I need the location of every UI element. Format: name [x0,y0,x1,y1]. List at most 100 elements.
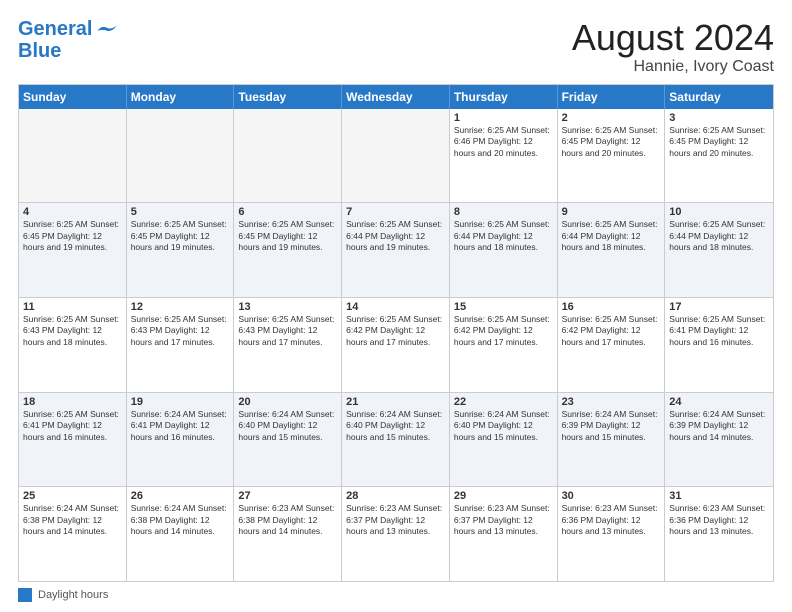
day-number: 31 [669,490,769,502]
day-info: Sunrise: 6:25 AM Sunset: 6:44 PM Dayligh… [346,219,445,253]
header: General Blue August 2024 Hannie, Ivory C… [18,18,774,76]
day-cell [127,109,235,203]
day-cell: 1Sunrise: 6:25 AM Sunset: 6:46 PM Daylig… [450,109,558,203]
day-cell: 16Sunrise: 6:25 AM Sunset: 6:42 PM Dayli… [558,298,666,392]
day-info: Sunrise: 6:25 AM Sunset: 6:42 PM Dayligh… [346,314,445,348]
day-info: Sunrise: 6:23 AM Sunset: 6:36 PM Dayligh… [669,503,769,537]
day-cell: 18Sunrise: 6:25 AM Sunset: 6:41 PM Dayli… [19,393,127,487]
footer-label: Daylight hours [38,589,108,601]
day-number: 27 [238,490,337,502]
day-info: Sunrise: 6:23 AM Sunset: 6:38 PM Dayligh… [238,503,337,537]
day-number: 26 [131,490,230,502]
day-number: 3 [669,112,769,124]
day-number: 20 [238,396,337,408]
day-info: Sunrise: 6:25 AM Sunset: 6:41 PM Dayligh… [669,314,769,348]
title-section: August 2024 Hannie, Ivory Coast [572,18,774,76]
day-info: Sunrise: 6:23 AM Sunset: 6:36 PM Dayligh… [562,503,661,537]
day-cell: 2Sunrise: 6:25 AM Sunset: 6:45 PM Daylig… [558,109,666,203]
day-info: Sunrise: 6:24 AM Sunset: 6:39 PM Dayligh… [562,409,661,443]
day-number: 8 [454,206,553,218]
day-cell: 25Sunrise: 6:24 AM Sunset: 6:38 PM Dayli… [19,487,127,581]
day-info: Sunrise: 6:25 AM Sunset: 6:45 PM Dayligh… [23,219,122,253]
logo-line2: Blue [18,40,61,62]
day-cell: 3Sunrise: 6:25 AM Sunset: 6:45 PM Daylig… [665,109,773,203]
logo-text: General Blue [18,18,92,62]
location: Hannie, Ivory Coast [572,58,774,76]
day-info: Sunrise: 6:25 AM Sunset: 6:44 PM Dayligh… [562,219,661,253]
day-info: Sunrise: 6:24 AM Sunset: 6:38 PM Dayligh… [131,503,230,537]
day-header: Tuesday [234,85,342,109]
day-cell: 15Sunrise: 6:25 AM Sunset: 6:42 PM Dayli… [450,298,558,392]
week-row: 25Sunrise: 6:24 AM Sunset: 6:38 PM Dayli… [19,486,773,581]
day-number: 24 [669,396,769,408]
day-info: Sunrise: 6:23 AM Sunset: 6:37 PM Dayligh… [454,503,553,537]
day-cell: 5Sunrise: 6:25 AM Sunset: 6:45 PM Daylig… [127,203,235,297]
day-info: Sunrise: 6:24 AM Sunset: 6:40 PM Dayligh… [238,409,337,443]
month-title: August 2024 [572,18,774,58]
day-cell: 8Sunrise: 6:25 AM Sunset: 6:44 PM Daylig… [450,203,558,297]
day-info: Sunrise: 6:25 AM Sunset: 6:42 PM Dayligh… [562,314,661,348]
footer: Daylight hours [18,582,774,602]
day-cell: 4Sunrise: 6:25 AM Sunset: 6:45 PM Daylig… [19,203,127,297]
day-info: Sunrise: 6:24 AM Sunset: 6:38 PM Dayligh… [23,503,122,537]
day-number: 6 [238,206,337,218]
week-row: 4Sunrise: 6:25 AM Sunset: 6:45 PM Daylig… [19,202,773,297]
day-info: Sunrise: 6:23 AM Sunset: 6:37 PM Dayligh… [346,503,445,537]
day-info: Sunrise: 6:25 AM Sunset: 6:44 PM Dayligh… [669,219,769,253]
day-cell: 21Sunrise: 6:24 AM Sunset: 6:40 PM Dayli… [342,393,450,487]
day-cell: 28Sunrise: 6:23 AM Sunset: 6:37 PM Dayli… [342,487,450,581]
logo-line1: General [18,18,92,40]
day-number: 12 [131,301,230,313]
day-header: Friday [558,85,666,109]
day-cell: 29Sunrise: 6:23 AM Sunset: 6:37 PM Dayli… [450,487,558,581]
day-header: Sunday [19,85,127,109]
day-number: 29 [454,490,553,502]
calendar-body: 1Sunrise: 6:25 AM Sunset: 6:46 PM Daylig… [19,109,773,581]
day-cell: 12Sunrise: 6:25 AM Sunset: 6:43 PM Dayli… [127,298,235,392]
day-number: 18 [23,396,122,408]
day-number: 5 [131,206,230,218]
day-number: 22 [454,396,553,408]
day-number: 4 [23,206,122,218]
day-number: 19 [131,396,230,408]
day-number: 14 [346,301,445,313]
day-number: 10 [669,206,769,218]
day-number: 9 [562,206,661,218]
day-info: Sunrise: 6:25 AM Sunset: 6:41 PM Dayligh… [23,409,122,443]
day-cell: 26Sunrise: 6:24 AM Sunset: 6:38 PM Dayli… [127,487,235,581]
day-cell: 10Sunrise: 6:25 AM Sunset: 6:44 PM Dayli… [665,203,773,297]
day-cell: 11Sunrise: 6:25 AM Sunset: 6:43 PM Dayli… [19,298,127,392]
day-info: Sunrise: 6:25 AM Sunset: 6:45 PM Dayligh… [238,219,337,253]
day-info: Sunrise: 6:24 AM Sunset: 6:41 PM Dayligh… [131,409,230,443]
day-cell: 14Sunrise: 6:25 AM Sunset: 6:42 PM Dayli… [342,298,450,392]
day-cell [19,109,127,203]
day-number: 7 [346,206,445,218]
day-info: Sunrise: 6:25 AM Sunset: 6:46 PM Dayligh… [454,125,553,159]
day-cell: 7Sunrise: 6:25 AM Sunset: 6:44 PM Daylig… [342,203,450,297]
day-number: 30 [562,490,661,502]
day-cell: 22Sunrise: 6:24 AM Sunset: 6:40 PM Dayli… [450,393,558,487]
day-cell: 13Sunrise: 6:25 AM Sunset: 6:43 PM Dayli… [234,298,342,392]
day-number: 23 [562,396,661,408]
day-info: Sunrise: 6:25 AM Sunset: 6:43 PM Dayligh… [23,314,122,348]
day-number: 21 [346,396,445,408]
day-number: 17 [669,301,769,313]
day-cell [234,109,342,203]
day-info: Sunrise: 6:25 AM Sunset: 6:43 PM Dayligh… [131,314,230,348]
day-info: Sunrise: 6:25 AM Sunset: 6:43 PM Dayligh… [238,314,337,348]
day-cell: 31Sunrise: 6:23 AM Sunset: 6:36 PM Dayli… [665,487,773,581]
week-row: 18Sunrise: 6:25 AM Sunset: 6:41 PM Dayli… [19,392,773,487]
logo: General Blue [18,18,118,62]
day-cell: 23Sunrise: 6:24 AM Sunset: 6:39 PM Dayli… [558,393,666,487]
week-row: 1Sunrise: 6:25 AM Sunset: 6:46 PM Daylig… [19,109,773,203]
logo-bird-icon [96,23,118,37]
footer-box-icon [18,588,32,602]
day-cell: 24Sunrise: 6:24 AM Sunset: 6:39 PM Dayli… [665,393,773,487]
calendar: SundayMondayTuesdayWednesdayThursdayFrid… [18,84,774,582]
day-cell: 9Sunrise: 6:25 AM Sunset: 6:44 PM Daylig… [558,203,666,297]
week-row: 11Sunrise: 6:25 AM Sunset: 6:43 PM Dayli… [19,297,773,392]
day-info: Sunrise: 6:25 AM Sunset: 6:42 PM Dayligh… [454,314,553,348]
day-info: Sunrise: 6:25 AM Sunset: 6:45 PM Dayligh… [131,219,230,253]
day-number: 16 [562,301,661,313]
day-info: Sunrise: 6:24 AM Sunset: 6:40 PM Dayligh… [454,409,553,443]
